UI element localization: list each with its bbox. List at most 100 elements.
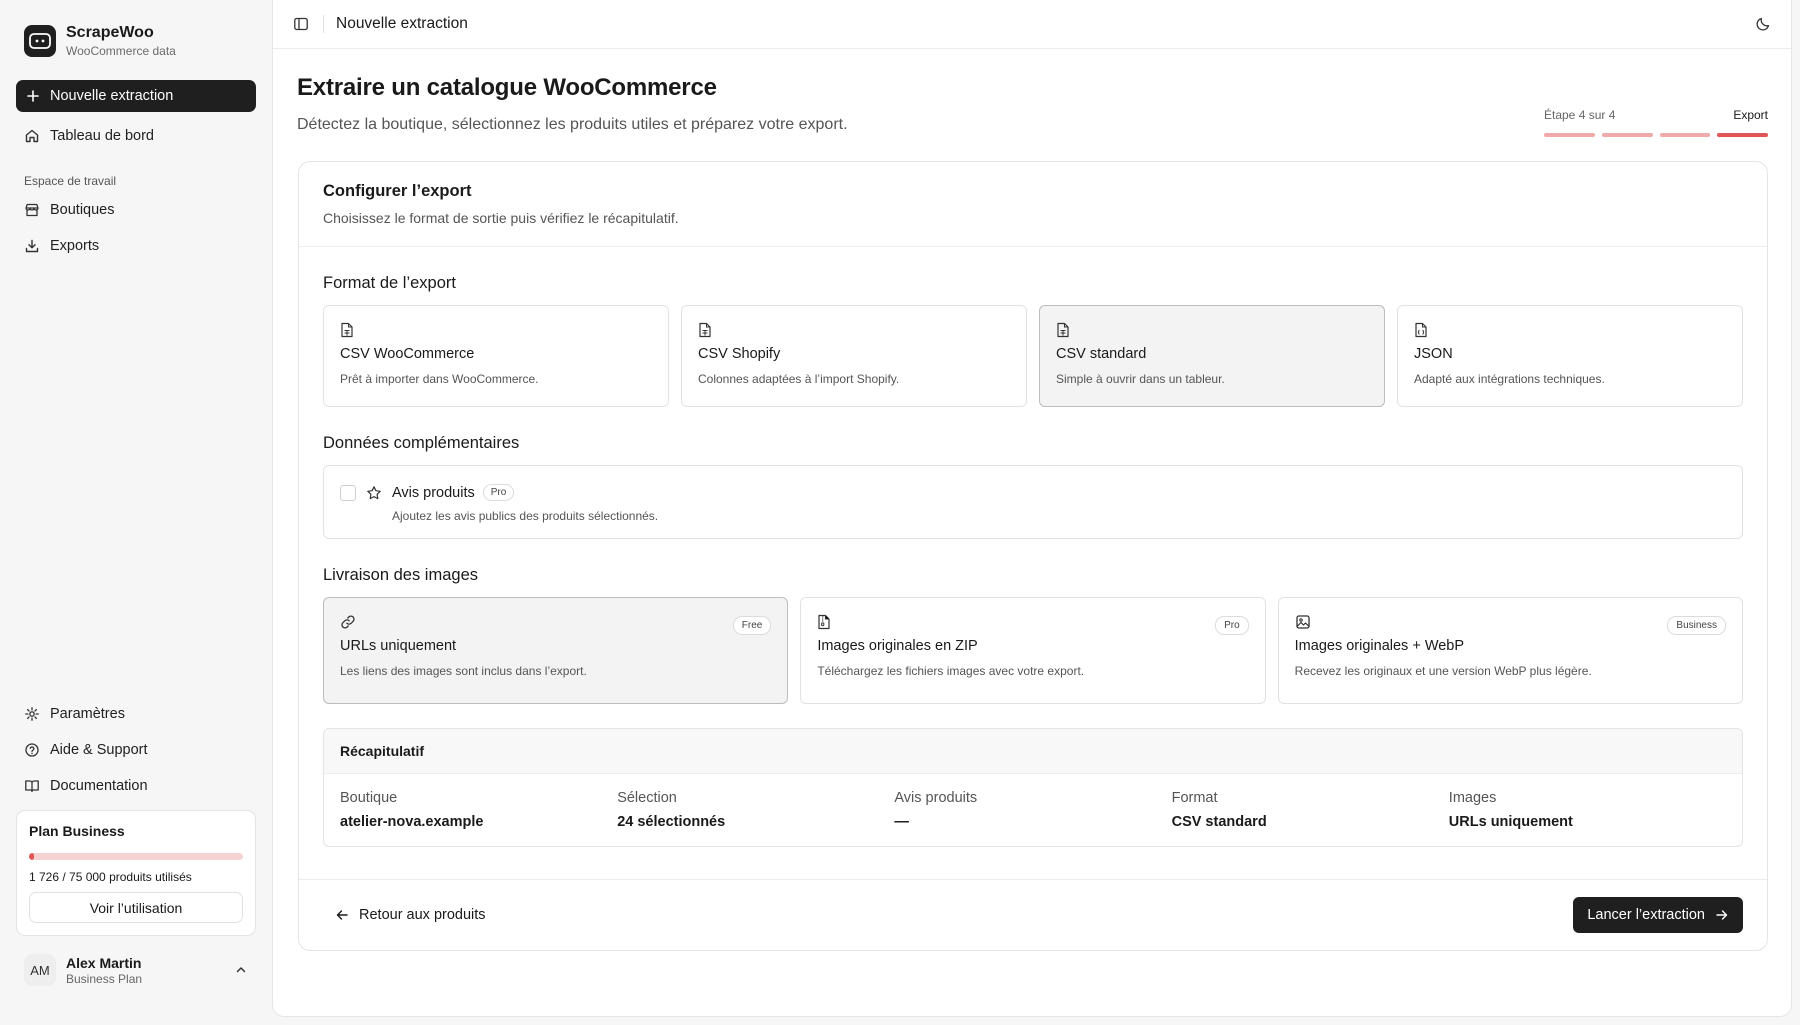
stepper-segment	[1544, 133, 1595, 137]
export-config-card: Configurer l’export Choisissez le format…	[298, 161, 1768, 951]
reviews-desc: Ajoutez les avis publics des produits sé…	[392, 509, 659, 523]
plan-usage-text: 1 726 / 75 000 produits utilisés	[29, 870, 192, 884]
plan-card: Plan Business 1 726 / 75 000 produits ut…	[16, 810, 256, 936]
sidebar-item-settings[interactable]: Paramètres	[16, 698, 256, 730]
format-section-title: Format de l’export	[323, 274, 456, 292]
launch-extraction-button[interactable]: Lancer l’extraction	[1573, 897, 1743, 933]
reviews-checkbox[interactable]	[340, 485, 356, 501]
summary-value: —	[894, 814, 909, 830]
plan-usage-fill	[29, 853, 34, 860]
theme-toggle-moon-icon[interactable]	[1755, 16, 1771, 32]
sidebar: ScrapeWoo WooCommerce data Nouvelle extr…	[0, 0, 272, 1025]
summary-value: atelier-nova.example	[340, 814, 484, 830]
topbar: Nouvelle extraction	[273, 0, 1791, 49]
sidebar-item-help[interactable]: Aide & Support	[16, 734, 256, 766]
format-title: JSON	[1414, 346, 1453, 362]
format-desc: Adapté aux intégrations techniques.	[1414, 372, 1605, 386]
avatar: AM	[24, 954, 56, 986]
view-usage-button[interactable]: Voir l’utilisation	[29, 892, 243, 923]
summary-value: CSV standard	[1171, 814, 1267, 830]
arrow-left-icon	[335, 908, 349, 922]
bot-icon	[24, 25, 56, 57]
image-option-urls-only[interactable]: Free URLs uniquement Les liens des image…	[323, 597, 789, 704]
image-option-title: Images originales + WebP	[1294, 638, 1465, 654]
plan-badge: Free	[732, 616, 772, 635]
format-option-csv-shopify[interactable]: CSV Shopify Colonnes adaptées à l’import…	[681, 305, 1027, 407]
user-name: Alex Martin	[66, 954, 142, 971]
download-icon	[24, 238, 40, 254]
image-option-title: Images originales en ZIP	[817, 638, 978, 654]
user-menu[interactable]: AM Alex Martin Business Plan	[16, 950, 256, 990]
sidebar-item-exports[interactable]: Exports	[16, 230, 256, 262]
summary-value: 24 sélectionnés	[617, 814, 726, 830]
stepper-step-text: Étape 4 sur 4	[1544, 108, 1616, 122]
summary-item-images: Images URLs uniquement	[1449, 790, 1726, 830]
image-icon	[1295, 614, 1726, 630]
summary-item-reviews: Avis produits —	[894, 790, 1171, 830]
plan-badge: Business	[1667, 616, 1726, 635]
page-subtitle: Détectez la boutique, sélectionnez les p…	[297, 116, 848, 133]
file-csv-icon	[340, 322, 652, 338]
page-header: Extraire un catalogue WooCommerce Détect…	[297, 74, 848, 134]
format-desc: Colonnes adaptées à l’import Shopify.	[698, 372, 900, 386]
sidebar-item-shops[interactable]: Boutiques	[16, 194, 256, 226]
format-option-csv-standard[interactable]: CSV standard Simple à ouvrir dans un tab…	[1039, 305, 1385, 407]
file-csv-icon	[1056, 322, 1368, 338]
launch-button-label: Lancer l’extraction	[1587, 907, 1705, 923]
plan-title: Plan Business	[29, 823, 125, 839]
back-to-products-button[interactable]: Retour aux produits	[323, 897, 498, 933]
image-option-webp[interactable]: Business Images originales + WebP Receve…	[1277, 597, 1743, 704]
help-icon	[24, 742, 40, 758]
format-option-csv-woocommerce[interactable]: CSV WooCommerce Prêt à importer dans Woo…	[323, 305, 669, 407]
format-desc: Prêt à importer dans WooCommerce.	[340, 372, 539, 386]
file-csv-icon	[698, 322, 1010, 338]
sidebar-item-dashboard[interactable]: Tableau de bord	[16, 120, 256, 152]
format-desc: Simple à ouvrir dans un tableur.	[1056, 372, 1225, 386]
store-icon	[24, 202, 40, 218]
summary-label: Images	[1448, 790, 1497, 806]
stepper: Étape 4 sur 4 Export	[1544, 108, 1768, 137]
sidebar-toggle-icon[interactable]	[293, 16, 309, 32]
user-plan: Business Plan	[66, 971, 143, 986]
summary-label: Format	[1171, 790, 1218, 806]
image-option-title: URLs uniquement	[340, 638, 457, 654]
card-title: Configurer l’export	[323, 182, 472, 200]
format-options: CSV WooCommerce Prêt à importer dans Woo…	[323, 305, 1743, 407]
extra-section-title: Données complémentaires	[323, 434, 520, 452]
summary-label: Avis produits	[894, 790, 978, 806]
chevron-up-icon	[234, 963, 248, 977]
summary-item-shop: Boutique atelier-nova.example	[340, 790, 617, 830]
image-delivery-options: Free URLs uniquement Les liens des image…	[323, 597, 1743, 704]
image-option-zip[interactable]: Pro Images originales en ZIP Téléchargez…	[800, 597, 1266, 704]
sidebar-item-docs[interactable]: Documentation	[16, 770, 256, 802]
image-option-desc: Téléchargez les fichiers images avec vot…	[817, 664, 1085, 678]
link-icon	[340, 614, 771, 630]
summary-item-format: Format CSV standard	[1172, 790, 1449, 830]
sidebar-item-label: Boutiques	[50, 202, 115, 218]
brand-subtitle: WooCommerce data	[66, 44, 176, 58]
page-title: Extraire un catalogue WooCommerce	[297, 74, 717, 101]
format-option-json[interactable]: JSON Adapté aux intégrations techniques.	[1397, 305, 1743, 407]
sidebar-item-label: Documentation	[50, 778, 148, 794]
format-title: CSV standard	[1056, 346, 1147, 362]
new-extraction-button[interactable]: Nouvelle extraction	[16, 80, 256, 112]
format-title: CSV WooCommerce	[340, 346, 475, 362]
brand[interactable]: ScrapeWoo WooCommerce data	[16, 16, 256, 66]
images-section-title: Livraison des images	[323, 566, 478, 584]
topbar-title: Nouvelle extraction	[336, 15, 468, 32]
extra-option-reviews[interactable]: Avis produits Pro Ajoutez les avis publi…	[323, 465, 1743, 539]
sidebar-item-label: Aide & Support	[50, 742, 148, 758]
file-json-icon	[1414, 322, 1726, 338]
sidebar-item-label: Exports	[50, 238, 100, 254]
new-extraction-label: Nouvelle extraction	[50, 88, 174, 104]
stepper-current-label: Export	[1733, 108, 1768, 122]
plus-icon	[26, 89, 40, 103]
topbar-divider	[323, 15, 324, 33]
reviews-title: Avis produits	[392, 484, 475, 501]
star-icon	[366, 485, 382, 520]
card-header: Configurer l’export Choisissez le format…	[299, 162, 1767, 247]
sidebar-item-label: Tableau de bord	[50, 128, 154, 144]
stepper-segment	[1717, 133, 1768, 137]
stepper-progress	[1544, 133, 1768, 137]
stepper-segment	[1601, 133, 1653, 137]
